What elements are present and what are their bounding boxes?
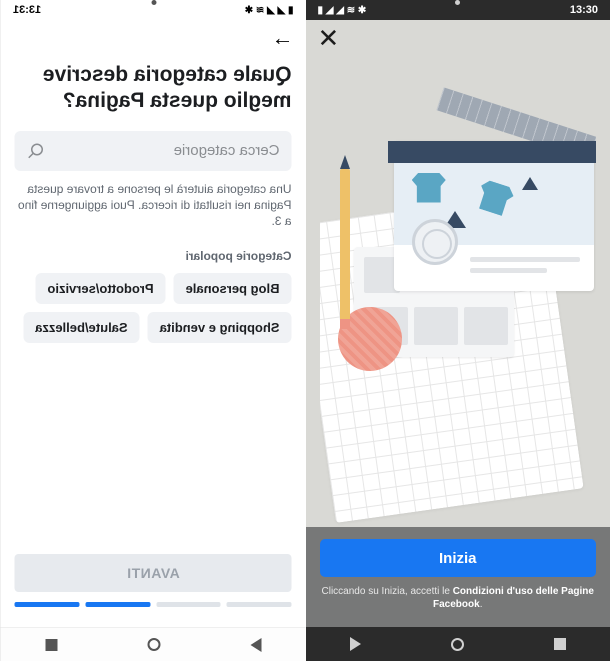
page-heading: Quale categoria descrive meglio questa P… — [15, 62, 292, 115]
search-icon — [27, 142, 45, 160]
android-navbar — [306, 627, 610, 661]
footer: Inizia Cliccando su Inizia, accetti le C… — [306, 527, 610, 627]
content: Inizia Cliccando su Inizia, accetti le C… — [306, 56, 610, 627]
start-button[interactable]: Inizia — [320, 539, 597, 577]
progress-seg-1 — [227, 602, 292, 607]
terms-link[interactable]: Condizioni d'uso delle Pagine Facebook — [433, 586, 594, 610]
category-search-input[interactable]: Cerca categorie — [15, 131, 292, 171]
back-icon[interactable] — [250, 638, 261, 652]
home-icon[interactable] — [450, 637, 465, 652]
status-icons: ▮ ◢ ◢ ≋ ✱ — [318, 5, 367, 16]
close-icon[interactable]: ✕ — [318, 23, 340, 54]
popular-subheading: Categorie popolari — [15, 249, 292, 263]
progress-seg-3 — [86, 602, 151, 607]
progress-seg-2 — [156, 602, 221, 607]
progress-bar — [15, 602, 292, 607]
next-button[interactable]: AVANTI — [15, 554, 292, 592]
left-screen: ▮ ◢ ◢ ≋ ✱ 13:31 → Quale categoria descri… — [0, 0, 306, 661]
android-navbar — [1, 627, 306, 661]
recents-icon[interactable] — [45, 639, 57, 651]
chip-blog[interactable]: Blog personale — [174, 273, 292, 304]
disclaimer-post: . — [480, 599, 483, 610]
illustration — [320, 56, 597, 527]
header: ✕ — [306, 20, 610, 56]
disclaimer-text: Cliccando su Inizia, accetti le Condizio… — [320, 585, 597, 611]
right-screen: ▮ ◢ ◢ ≋ ✱ 13:30 ✕ — [306, 0, 610, 661]
help-text: Una categoria aiuterà le persone a trova… — [15, 181, 292, 230]
progress-seg-4 — [15, 602, 80, 607]
disclaimer-pre: Cliccando su Inizia, accetti le — [322, 586, 453, 597]
status-time: 13:30 — [570, 4, 598, 16]
status-time: 13:31 — [13, 4, 41, 16]
search-placeholder: Cerca categorie — [55, 142, 280, 159]
back-icon[interactable] — [350, 637, 361, 651]
chip-prodotto[interactable]: Prodotto/servizio — [35, 273, 165, 304]
footer: AVANTI — [15, 554, 292, 627]
chip-shopping[interactable]: Shopping e vendita — [148, 312, 292, 343]
pencil-icon — [340, 169, 350, 329]
chip-salute[interactable]: Salute/bellezza — [23, 312, 139, 343]
page-mockup-icon — [394, 141, 594, 291]
arrow-right-icon[interactable]: → — [272, 25, 294, 51]
home-icon[interactable] — [146, 637, 161, 652]
content: Quale categoria descrive meglio questa P… — [1, 56, 306, 627]
recents-icon[interactable] — [554, 638, 566, 650]
category-chips: Blog personale Prodotto/servizio Shoppin… — [15, 273, 292, 343]
header: → — [1, 20, 306, 56]
status-icons: ▮ ◢ ◢ ≋ ✱ — [245, 5, 294, 16]
